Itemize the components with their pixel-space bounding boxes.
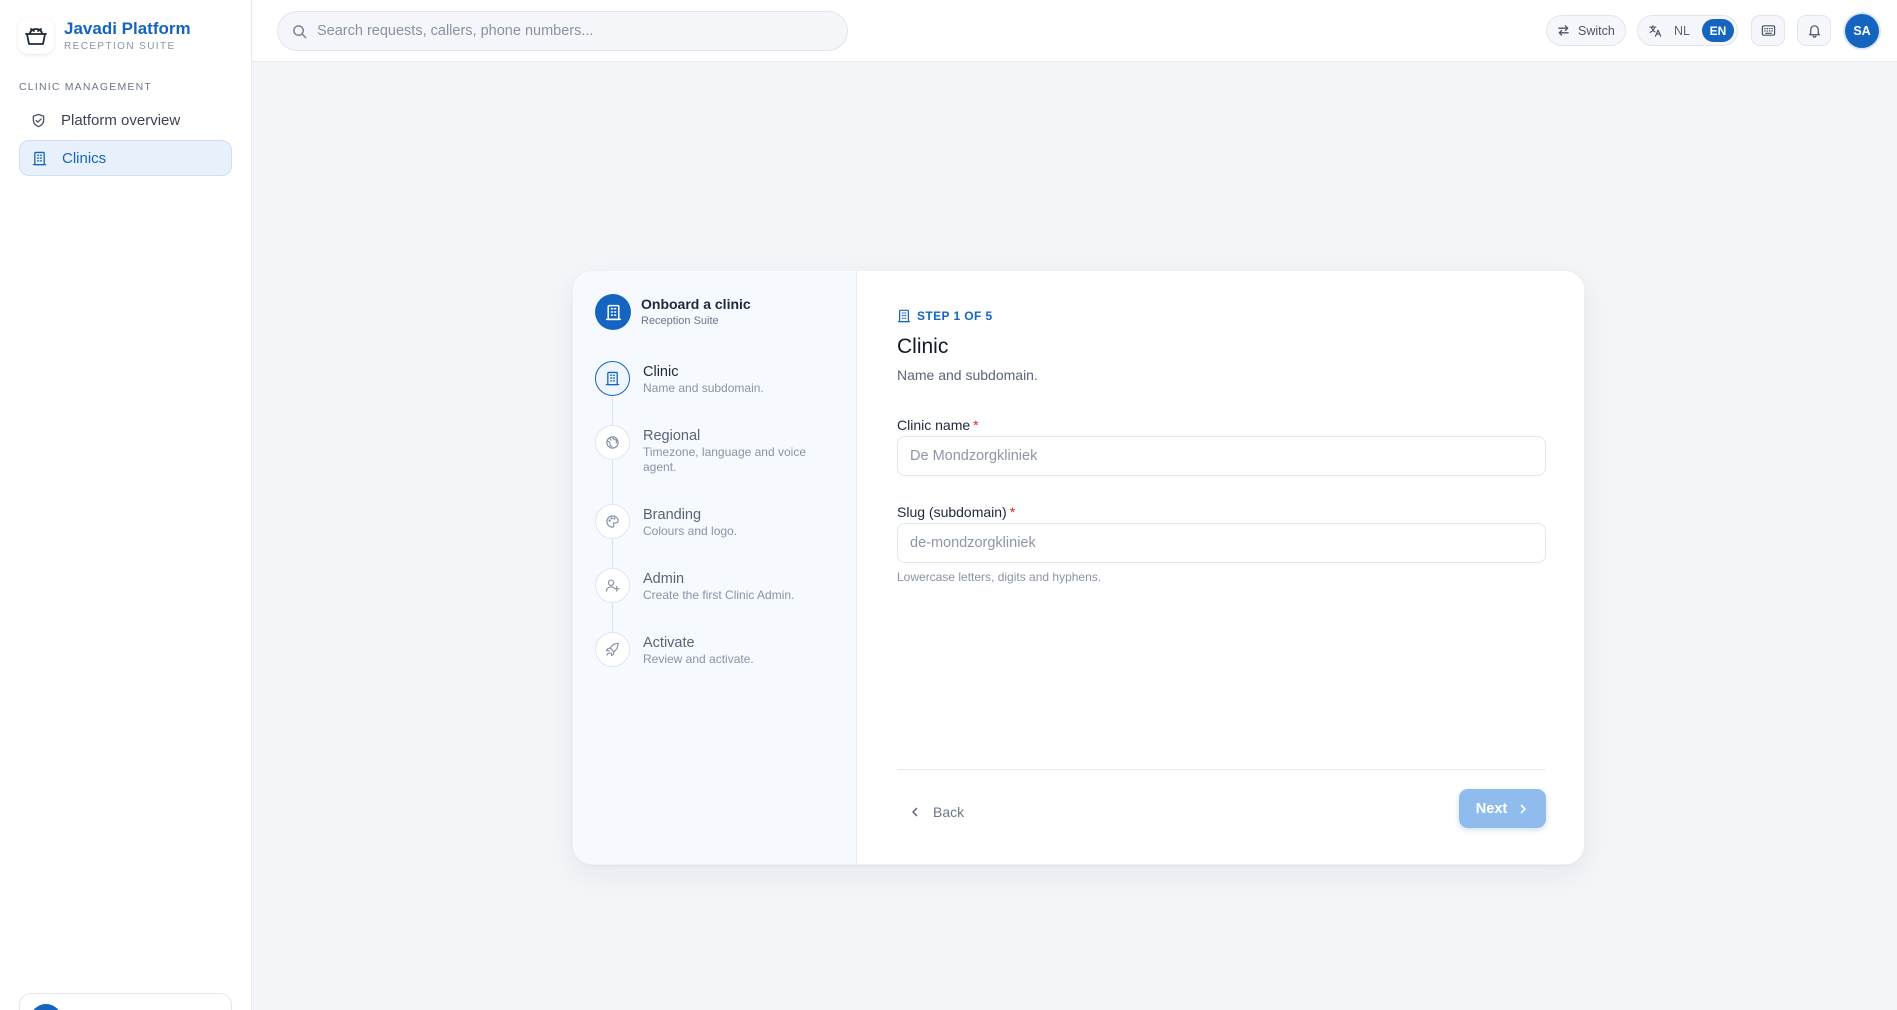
- building-icon: [897, 309, 911, 323]
- wizard-title: Onboard a clinic: [641, 296, 751, 312]
- building-icon: [595, 294, 631, 330]
- step-description: Colours and logo.: [643, 524, 738, 538]
- step-admin[interactable]: Admin Create the first Clinic Admin.: [595, 568, 845, 603]
- sidebar-item-clinics[interactable]: Clinics: [19, 140, 232, 176]
- user-menu[interactable]: [19, 993, 232, 1010]
- wizard-header: Onboard a clinic Reception Suite: [595, 294, 751, 330]
- back-button[interactable]: Back: [909, 795, 964, 829]
- building-icon: [595, 361, 630, 396]
- wizard-form: STEP 1 OF 5 Clinic Name and subdomain. C…: [857, 271, 1584, 864]
- translate-icon: [1648, 24, 1662, 38]
- back-label: Back: [933, 804, 965, 820]
- next-button[interactable]: Next: [1459, 789, 1546, 828]
- step-name: Admin: [643, 571, 685, 587]
- slug-input[interactable]: [897, 523, 1546, 563]
- slug-label: Slug (subdomain) *: [897, 504, 1015, 520]
- clinic-name-input[interactable]: [897, 436, 1546, 476]
- nav-section-label: CLINIC MANAGEMENT: [19, 81, 152, 93]
- slug-label-text: Slug (subdomain): [897, 504, 1007, 520]
- switch-button[interactable]: Switch: [1546, 15, 1626, 46]
- palette-icon: [595, 504, 630, 539]
- step-name: Clinic: [643, 364, 679, 380]
- wizard-steps-panel: Onboard a clinic Reception Suite Clinic …: [573, 271, 857, 864]
- step-branding[interactable]: Branding Colours and logo.: [595, 504, 845, 539]
- required-mark: *: [1009, 504, 1016, 520]
- chevron-left-icon: [909, 806, 921, 818]
- step-name: Activate: [643, 635, 695, 651]
- chevron-right-icon: [1517, 803, 1529, 815]
- step-description: Review and activate.: [643, 652, 754, 666]
- step-regional[interactable]: Regional Timezone, language and voice ag…: [595, 425, 845, 475]
- search-input[interactable]: [317, 23, 817, 39]
- step-name: Branding: [643, 507, 702, 523]
- step-clinic[interactable]: Clinic Name and subdomain.: [595, 361, 845, 396]
- required-mark: *: [973, 417, 979, 433]
- lang-en-button[interactable]: EN: [1701, 19, 1734, 42]
- notifications-button[interactable]: [1797, 15, 1831, 46]
- wizard-subtitle: Reception Suite: [641, 315, 719, 327]
- shield-check-icon: [31, 112, 47, 128]
- next-label: Next: [1475, 800, 1508, 817]
- brand-subtitle: RECEPTION SUITE: [64, 41, 176, 52]
- lang-nl-button[interactable]: NL: [1674, 24, 1690, 38]
- rocket-icon: [595, 632, 630, 667]
- step-description: Create the first Clinic Admin.: [643, 588, 795, 602]
- step-description: Timezone, language and voice agent.: [643, 445, 806, 474]
- sidebar: Javadi Platform RECEPTION SUITE CLINIC M…: [0, 0, 252, 1010]
- step-indicator-text: STEP 1 OF 5: [917, 309, 993, 323]
- form-title: Clinic: [897, 335, 949, 358]
- divider: [897, 769, 1546, 770]
- keyboard-icon: [1761, 23, 1776, 38]
- building-icon: [32, 150, 48, 166]
- brand-name: Javadi Platform: [64, 19, 191, 38]
- bell-icon: [1807, 23, 1822, 38]
- sidebar-item-label: Platform overview: [61, 111, 181, 129]
- topbar: Switch NL EN SA: [252, 0, 1897, 62]
- form-subtitle: Name and subdomain.: [897, 367, 1038, 383]
- sidebar-item-label: Clinics: [62, 149, 107, 167]
- step-name: Regional: [643, 428, 701, 444]
- switch-label: Switch: [1578, 23, 1615, 38]
- clinic-name-label: Clinic name *: [897, 417, 979, 433]
- search-icon: [292, 24, 307, 39]
- step-indicator: STEP 1 OF 5: [897, 309, 993, 323]
- search-bar[interactable]: [277, 11, 848, 51]
- language-switcher: NL EN: [1637, 15, 1738, 46]
- swap-arrows-icon: [1557, 24, 1570, 37]
- step-description: Name and subdomain.: [643, 381, 764, 395]
- slug-hint: Lowercase letters, digits and hyphens.: [897, 570, 1102, 584]
- step-activate[interactable]: Activate Review and activate.: [595, 632, 845, 667]
- sidebar-item-platform-overview[interactable]: Platform overview: [19, 102, 232, 138]
- reception-desk-icon: [18, 18, 54, 54]
- keyboard-shortcuts-button[interactable]: [1751, 15, 1785, 46]
- avatar: [30, 1004, 62, 1010]
- globe-icon: [595, 425, 630, 460]
- user-plus-icon: [595, 568, 630, 603]
- onboarding-wizard: Onboard a clinic Reception Suite Clinic …: [572, 270, 1585, 865]
- clinic-name-label-text: Clinic name: [897, 417, 971, 433]
- brand[interactable]: Javadi Platform RECEPTION SUITE: [18, 18, 191, 54]
- user-avatar[interactable]: SA: [1845, 14, 1879, 48]
